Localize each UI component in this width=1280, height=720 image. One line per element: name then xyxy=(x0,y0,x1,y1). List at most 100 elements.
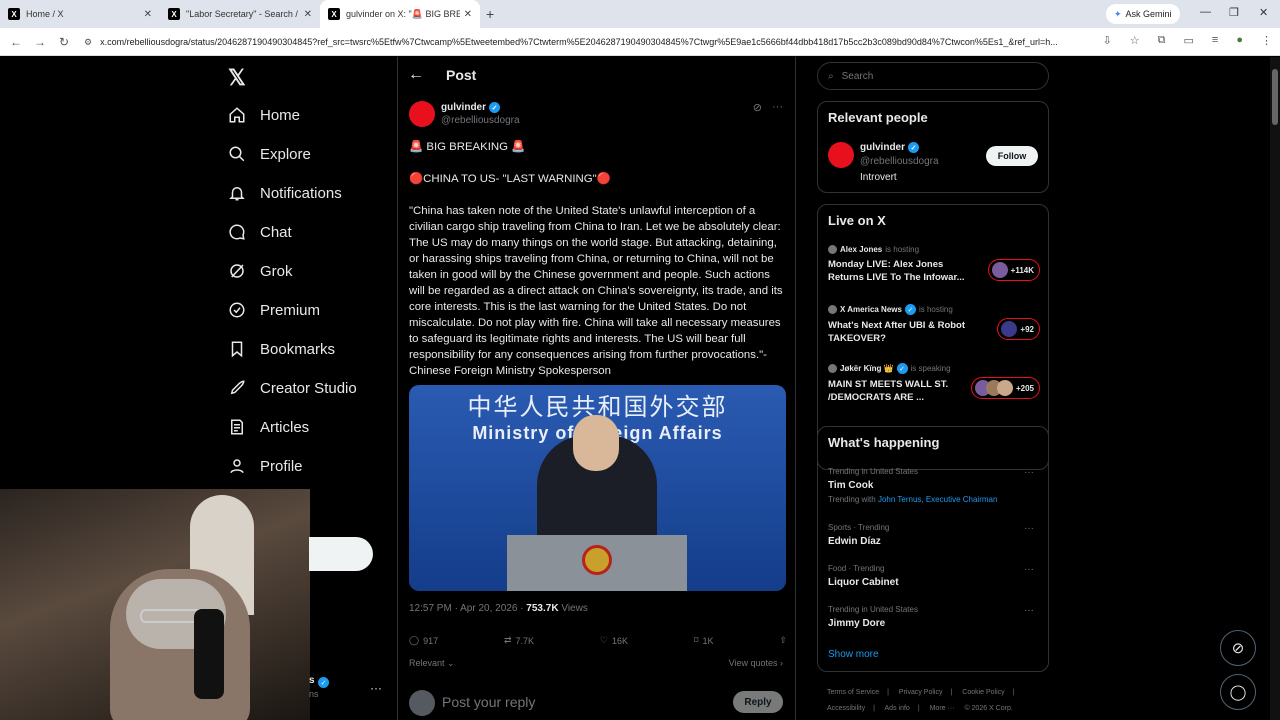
live-item[interactable]: Alex Jones is hosting Monday LIVE: Alex … xyxy=(828,245,1040,284)
browser-tab-post[interactable]: X gulvinder on X: "🚨 BIG BREAKING ✕ xyxy=(320,0,480,28)
split-view-icon[interactable]: ▭ xyxy=(1184,34,1194,47)
reply-button[interactable]: Reply xyxy=(733,691,783,713)
new-tab-button[interactable]: + xyxy=(486,6,494,22)
trend-item[interactable]: Trending in United States Tim Cook Trend… xyxy=(828,467,1040,504)
reply-action[interactable]: ◯ 917 xyxy=(409,635,438,646)
author-handle[interactable]: @rebelliousdogra xyxy=(441,115,520,126)
share-icon[interactable]: ⇧ xyxy=(779,635,787,646)
post-timestamp[interactable]: 12:57 PM · Apr 20, 2026 · xyxy=(409,603,526,614)
site-info-icon[interactable]: ⚙ xyxy=(84,37,92,48)
trend-with-link[interactable]: John Ternus, Executive Chairman xyxy=(878,495,997,504)
webcam-microphone xyxy=(194,609,224,699)
install-icon[interactable]: ⇩ xyxy=(1103,34,1112,47)
more-options-icon[interactable]: ··· xyxy=(1024,523,1034,534)
scrollbar-thumb[interactable] xyxy=(1272,69,1278,125)
restore-icon[interactable]: ❐ xyxy=(1229,6,1239,19)
nav-item-grok[interactable]: Grok xyxy=(228,257,293,285)
grok-fab-icon[interactable]: ⊘ xyxy=(1220,630,1256,666)
back-nav-icon[interactable]: ← xyxy=(4,35,28,49)
ask-gemini-button[interactable]: ✦ Ask Gemini xyxy=(1106,4,1180,24)
reply-sort-dropdown[interactable]: Relevant ⌄ xyxy=(409,658,455,669)
back-arrow-icon[interactable]: ← xyxy=(408,66,424,84)
nav-item-chat[interactable]: Chat xyxy=(228,218,292,246)
nav-item-notifications[interactable]: Notifications xyxy=(228,179,342,207)
trend-item[interactable]: Sports · Trending Edwin Díaz ··· xyxy=(828,523,1040,547)
browser-tab-home[interactable]: X Home / X ✕ xyxy=(0,0,160,28)
view-quotes-label: View quotes xyxy=(728,658,778,668)
x-logo-icon[interactable]: 𝕏 xyxy=(228,65,246,91)
post-headline: 🚨 BIG BREAKING 🚨 xyxy=(409,141,526,153)
chat-fab-icon[interactable]: ◯ xyxy=(1220,674,1256,710)
live-item[interactable]: Jøkër Kïng 👑 ✓ is speaking MAIN ST MEETS… xyxy=(828,363,1040,404)
webcam-overlay xyxy=(0,489,310,720)
heart-icon: ♡ xyxy=(599,635,608,645)
trend-item[interactable]: Trending in United States Jimmy Dore ··· xyxy=(828,605,1040,629)
panel-title: Live on X xyxy=(828,213,886,228)
footer-link[interactable]: Ads info xyxy=(885,705,910,712)
nav-item-bookmarks[interactable]: Bookmarks xyxy=(228,335,335,363)
browser-tab-search[interactable]: X "Labor Secretary" - Search / X ✕ xyxy=(160,0,320,28)
search-input[interactable]: ⌕ Search xyxy=(817,62,1049,90)
relevant-people-panel: Relevant people gulvinder ✓ @rebelliousd… xyxy=(817,101,1049,193)
tab-close-icon[interactable]: ✕ xyxy=(304,9,312,20)
repost-action[interactable]: ⇄ 7.7K xyxy=(504,635,534,646)
bookmark-action[interactable]: ⌑ 1K xyxy=(694,635,714,646)
person-name[interactable]: gulvinder ✓ xyxy=(860,142,920,153)
rocket-icon xyxy=(228,379,246,397)
like-action[interactable]: ♡ 16K xyxy=(600,635,628,646)
show-more-link[interactable]: Show more xyxy=(828,649,879,660)
view-quotes-link[interactable]: View quotes › xyxy=(729,658,783,668)
forward-nav-icon[interactable]: → xyxy=(28,35,52,49)
account-name[interactable]: s xyxy=(309,675,315,686)
trend-item[interactable]: Food · Trending Liquor Cabinet ··· xyxy=(828,564,1040,588)
chevron-down-icon: ⌄ xyxy=(447,658,455,668)
author-name[interactable]: gulvinder ✓ xyxy=(441,102,501,113)
footer-link[interactable]: Privacy Policy xyxy=(899,689,943,696)
footer-link[interactable]: Cookie Policy xyxy=(962,689,1004,696)
more-options-icon[interactable]: ··· xyxy=(1024,605,1034,616)
nav-item-home[interactable]: Home xyxy=(228,101,300,129)
person-name-text: gulvinder xyxy=(860,142,906,153)
trend-topic: Jimmy Dore xyxy=(828,618,886,629)
person-icon xyxy=(228,457,246,475)
reply-input[interactable]: Post your reply xyxy=(442,694,535,710)
post-button[interactable] xyxy=(309,537,373,571)
profile-avatar-icon[interactable]: ● xyxy=(1236,34,1243,47)
url-field[interactable]: ⚙ x.com/rebelliousdogra/status/204628719… xyxy=(84,32,1084,52)
follow-button[interactable]: Follow xyxy=(986,146,1038,166)
account-menu-icon[interactable]: ··· xyxy=(370,681,382,695)
footer-link[interactable]: Accessibility xyxy=(827,705,865,712)
minimize-icon[interactable]: — xyxy=(1200,6,1211,18)
window-close-icon[interactable]: ✕ xyxy=(1259,6,1268,19)
more-options-icon[interactable]: ··· xyxy=(1024,564,1034,575)
post-media-image[interactable]: 中华人民共和国外交部 Ministry of Foreign Affairs xyxy=(409,385,786,591)
author-avatar[interactable] xyxy=(409,101,435,127)
nav-label: Chat xyxy=(260,223,292,241)
browser-menu-icon[interactable]: ⋮ xyxy=(1261,34,1272,47)
grok-icon[interactable]: ⊘ xyxy=(753,101,762,114)
home-icon xyxy=(228,106,246,124)
footer-link[interactable]: Terms of Service xyxy=(827,689,879,696)
avatar[interactable] xyxy=(828,142,854,168)
x-favicon-icon: X xyxy=(168,8,180,20)
tab-close-icon[interactable]: ✕ xyxy=(144,9,152,20)
footer-link[interactable]: More ··· xyxy=(930,705,955,712)
nav-item-premium[interactable]: Premium xyxy=(228,296,320,324)
panel-title: What's happening xyxy=(828,435,940,450)
nav-item-creator-studio[interactable]: Creator Studio xyxy=(228,374,357,402)
nav-item-explore[interactable]: Explore xyxy=(228,140,311,168)
listener-count-text: +205 xyxy=(1015,383,1034,393)
extensions-icon[interactable]: ⧉ xyxy=(1158,34,1166,47)
tab-close-icon[interactable]: ✕ xyxy=(464,9,472,20)
nav-item-profile[interactable]: Profile xyxy=(228,452,303,480)
page-scrollbar[interactable] xyxy=(1270,57,1280,720)
reading-list-icon[interactable]: ≡ xyxy=(1212,34,1218,47)
live-item[interactable]: X America News ✓ is hosting What's Next … xyxy=(828,304,1040,345)
more-options-icon[interactable]: ··· xyxy=(772,101,783,114)
listener-count: +92 xyxy=(997,318,1040,340)
more-options-icon[interactable]: ··· xyxy=(1024,467,1034,478)
person-handle: @rebelliousdogra xyxy=(860,156,939,167)
reload-icon[interactable]: ↻ xyxy=(52,35,76,49)
nav-item-articles[interactable]: Articles xyxy=(228,413,309,441)
bookmark-star-icon[interactable]: ☆ xyxy=(1130,34,1140,47)
